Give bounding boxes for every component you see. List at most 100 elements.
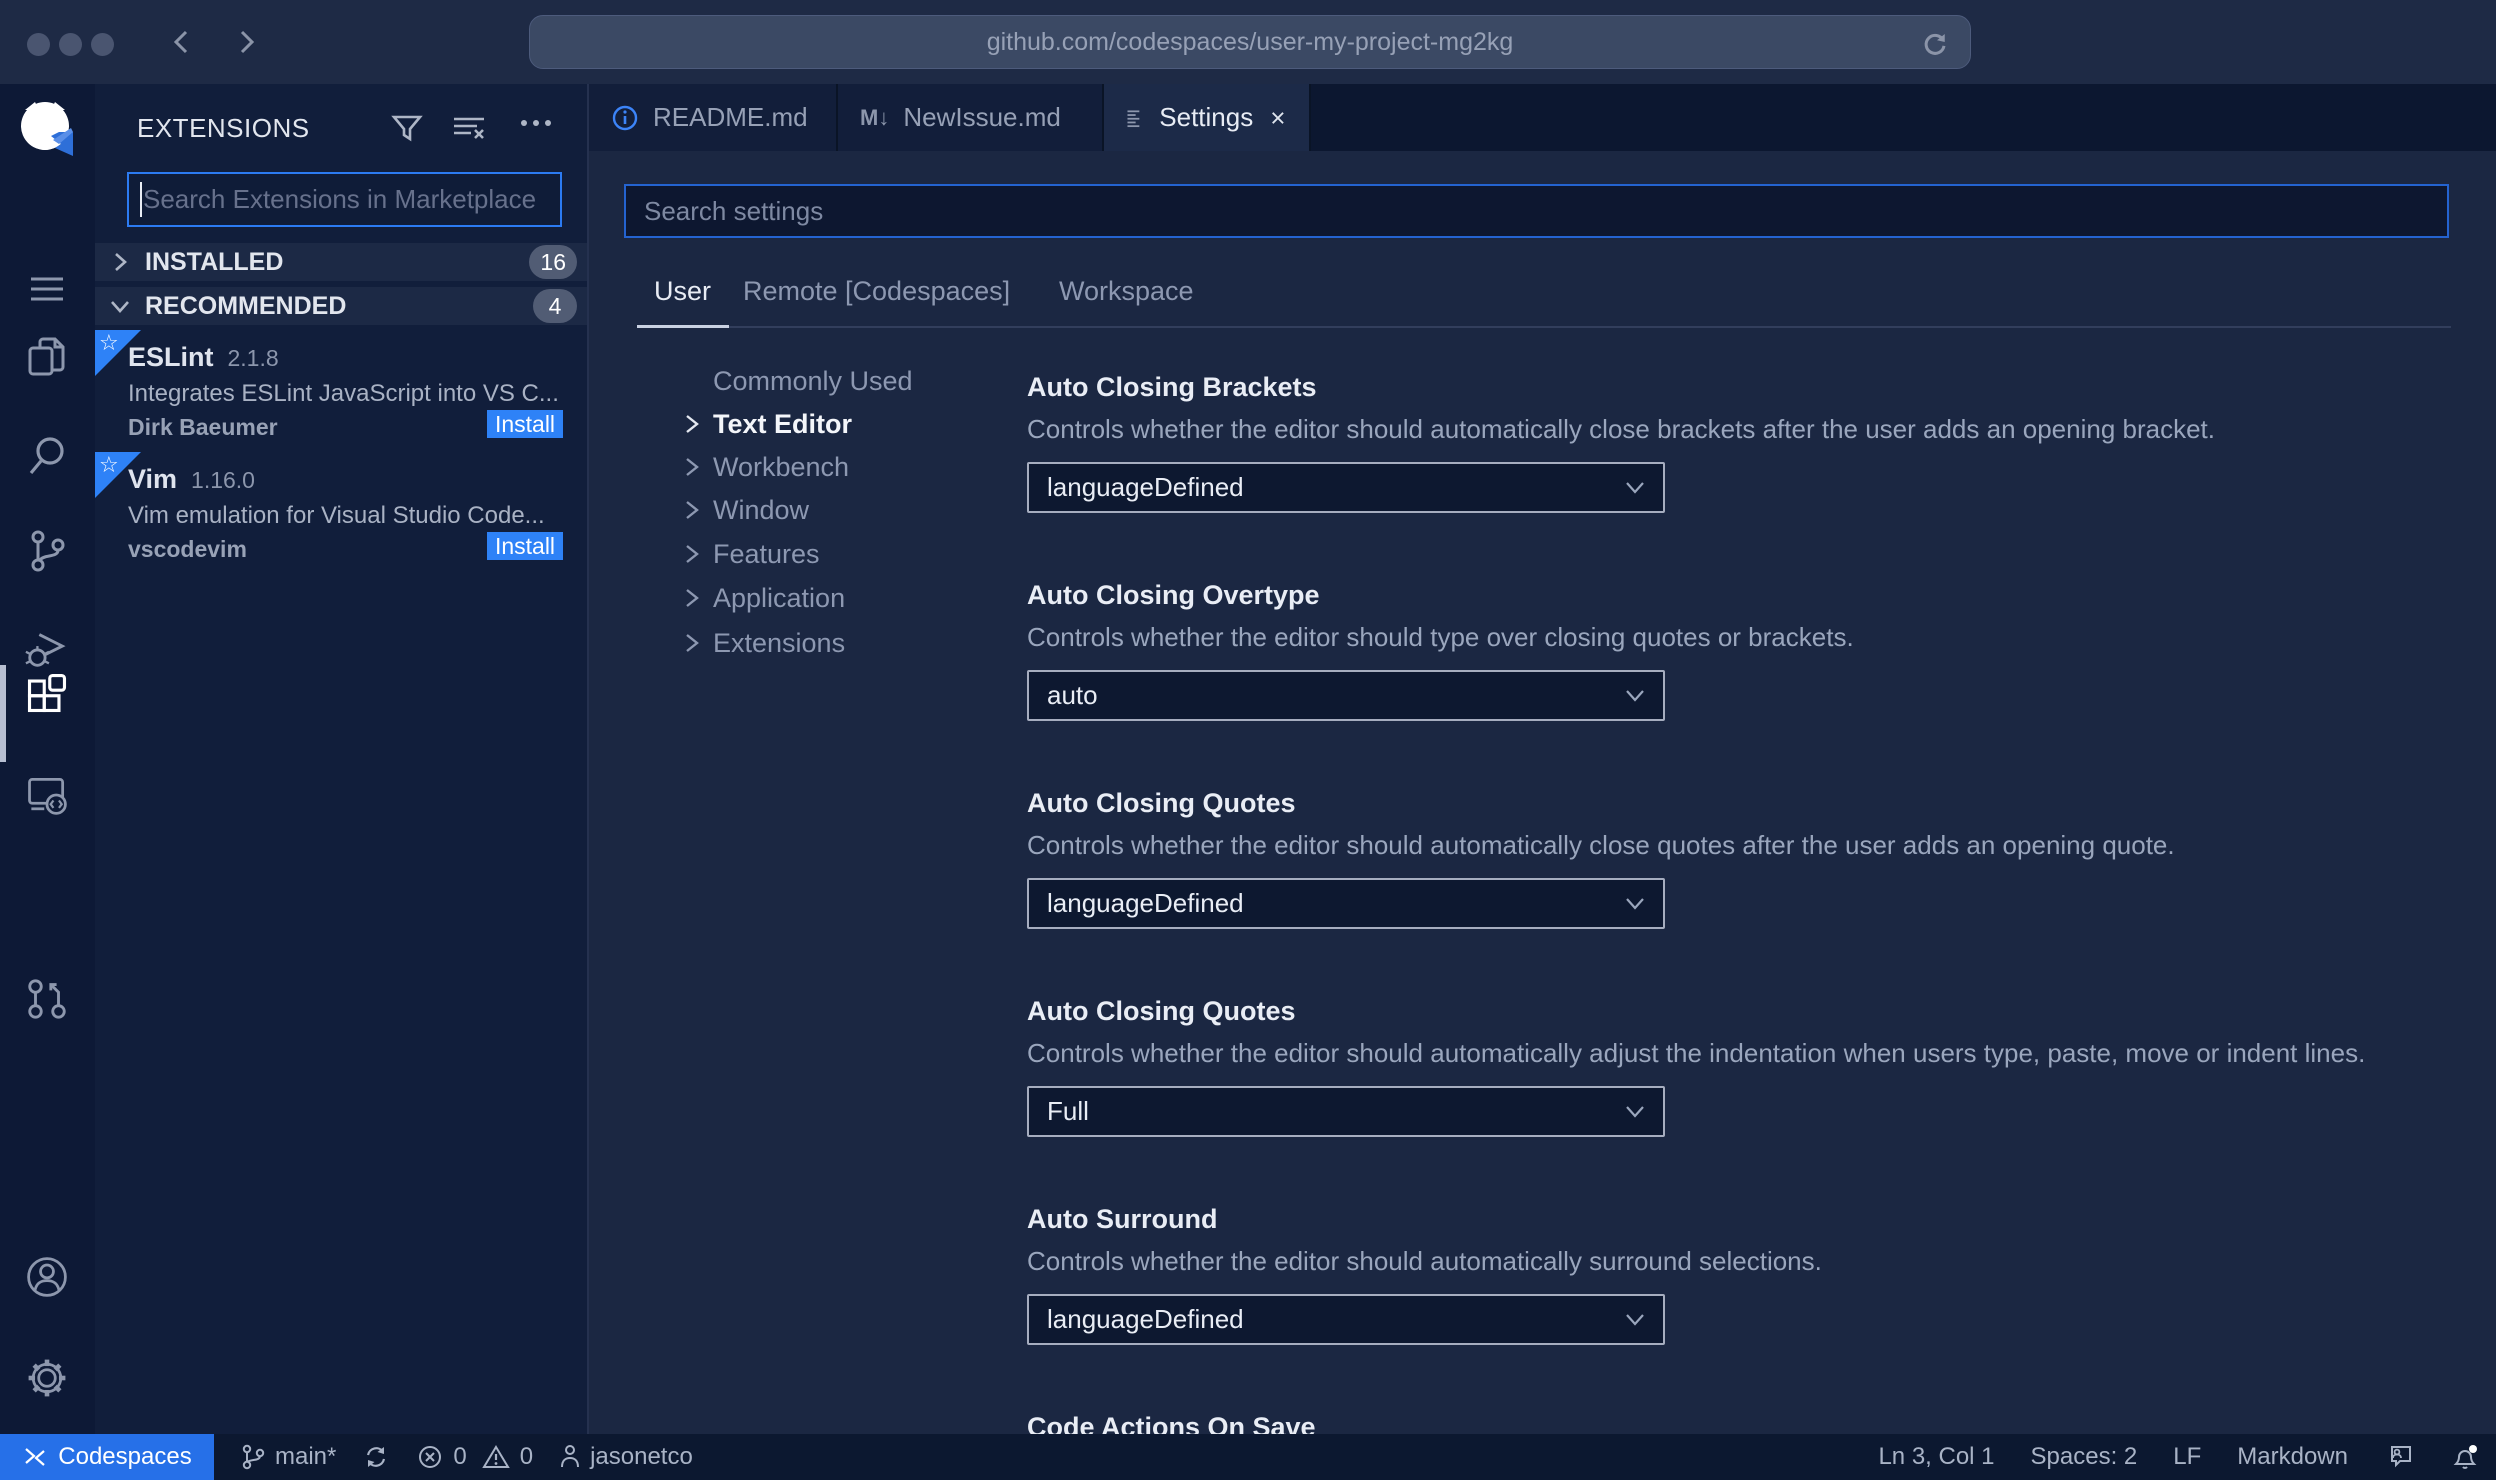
chevron-right-icon bbox=[115, 253, 127, 271]
installed-count-badge: 16 bbox=[529, 245, 577, 279]
refresh-icon bbox=[1924, 33, 1946, 55]
settings-search-input[interactable] bbox=[624, 184, 2449, 238]
errors-icon bbox=[419, 1446, 442, 1468]
settings-list-icon bbox=[1127, 109, 1140, 127]
tree-item-features[interactable]: Features bbox=[683, 532, 820, 576]
install-button[interactable]: Install bbox=[487, 532, 563, 560]
setting-dropdown[interactable]: languageDefined bbox=[1027, 878, 1665, 929]
extension-publisher: Dirk Baeumer bbox=[128, 414, 278, 440]
chevron-right-icon bbox=[686, 545, 699, 563]
setting-description: Controls whether the editor should autom… bbox=[1027, 1246, 1822, 1276]
window-close-button[interactable] bbox=[27, 33, 50, 56]
tree-item-window[interactable]: Window bbox=[683, 488, 809, 532]
language-mode: Markdown bbox=[2237, 1443, 2348, 1470]
extensions-view-button[interactable] bbox=[24, 670, 70, 716]
window-zoom-button[interactable] bbox=[91, 33, 114, 56]
scope-tab-remote[interactable]: Remote [Codespaces] bbox=[743, 276, 1010, 307]
setting-dropdown[interactable]: Full bbox=[1027, 1086, 1665, 1137]
refresh-button[interactable] bbox=[1920, 29, 1950, 59]
address-bar[interactable]: github.com/codespaces/user-my-project-mg… bbox=[529, 15, 1971, 69]
extensions-search-input[interactable] bbox=[127, 172, 562, 227]
source-control-view-button[interactable] bbox=[24, 528, 70, 574]
extension-item-eslint[interactable]: ☆ ESLint 2.1.8 Integrates ESLint JavaScri… bbox=[95, 330, 587, 448]
eol-status-item[interactable]: LF bbox=[2173, 1443, 2201, 1471]
language-mode-status-item[interactable]: Markdown bbox=[2237, 1443, 2348, 1471]
tree-item-text-editor[interactable]: Text Editor bbox=[683, 402, 852, 446]
sidebar-title: EXTENSIONS bbox=[137, 113, 310, 143]
status-bar: Codespaces main* 0 0 jasonetco Ln 3, Col… bbox=[0, 1434, 2496, 1480]
sync-status-item[interactable] bbox=[362, 1443, 390, 1471]
remote-explorer-view-button[interactable] bbox=[24, 772, 70, 818]
browser-back-button[interactable] bbox=[168, 28, 196, 56]
account-button[interactable] bbox=[24, 1254, 70, 1300]
extension-description: Integrates ESLint JavaScript into VS C..… bbox=[128, 380, 559, 407]
section-label: RECOMMENDED bbox=[145, 291, 347, 320]
filter-icon bbox=[391, 115, 423, 142]
feedback-button[interactable] bbox=[2384, 1443, 2414, 1471]
chevron-down-icon bbox=[1626, 481, 1644, 494]
tab-newissue[interactable]: M↓ NewIssue.md bbox=[838, 84, 1104, 151]
section-recommended[interactable]: RECOMMENDED 4 bbox=[95, 287, 587, 325]
install-button[interactable]: Install bbox=[487, 410, 563, 438]
remote-user-status-item[interactable]: jasonetco bbox=[559, 1443, 693, 1471]
text-caret bbox=[140, 182, 142, 217]
menu-button[interactable] bbox=[24, 266, 70, 312]
more-actions-button[interactable] bbox=[519, 117, 553, 129]
tree-item-extensions[interactable]: Extensions bbox=[683, 621, 845, 665]
github-codespaces-logo[interactable] bbox=[15, 98, 79, 162]
tree-label: Workbench bbox=[713, 451, 850, 482]
chevron-down-icon bbox=[1626, 689, 1644, 702]
gear-icon bbox=[28, 1359, 66, 1397]
extensions-icon bbox=[27, 673, 67, 713]
scope-tab-workspace[interactable]: Workspace bbox=[1059, 276, 1194, 307]
settings-gear-button[interactable] bbox=[24, 1355, 70, 1401]
extension-version: 2.1.8 bbox=[227, 345, 279, 371]
tree-item-workbench[interactable]: Workbench bbox=[683, 445, 849, 489]
chevron-right-icon bbox=[686, 501, 699, 519]
scope-tab-user[interactable]: User bbox=[654, 276, 711, 307]
chevron-down-icon bbox=[111, 301, 129, 313]
dropdown-value: languageDefined bbox=[1047, 888, 1244, 918]
branch-status-item[interactable]: main* bbox=[240, 1443, 336, 1471]
tab-label: README.md bbox=[653, 102, 808, 132]
browser-forward-button[interactable] bbox=[232, 28, 260, 56]
tree-item-application[interactable]: Application bbox=[683, 576, 845, 620]
bell-icon bbox=[2453, 1445, 2477, 1469]
close-icon[interactable] bbox=[1269, 106, 1287, 130]
codespaces-remote-button[interactable]: Codespaces bbox=[0, 1434, 214, 1480]
filter-extensions-button[interactable] bbox=[390, 111, 424, 145]
tree-label: Text Editor bbox=[713, 408, 853, 439]
section-installed[interactable]: INSTALLED 16 bbox=[95, 243, 587, 281]
eol: LF bbox=[2173, 1443, 2202, 1470]
chevron-right-icon bbox=[686, 415, 699, 433]
tab-readme[interactable]: README.md bbox=[589, 84, 838, 151]
tree-item-commonly-used[interactable]: Commonly Used bbox=[683, 359, 913, 403]
source-control-icon bbox=[31, 530, 65, 572]
search-icon bbox=[29, 437, 64, 475]
editor-area: README.md M↓ NewIssue.md Settings User R… bbox=[589, 84, 2496, 1434]
chevron-down-icon bbox=[1626, 1313, 1644, 1326]
search-view-button[interactable] bbox=[24, 433, 70, 479]
setting-dropdown[interactable]: auto bbox=[1027, 670, 1665, 721]
setting-dropdown[interactable]: languageDefined bbox=[1027, 1294, 1665, 1345]
notifications-button[interactable] bbox=[2450, 1442, 2480, 1472]
tab-label: NewIssue.md bbox=[903, 102, 1061, 132]
explorer-view-button[interactable] bbox=[24, 334, 70, 380]
pull-requests-view-button[interactable] bbox=[24, 975, 70, 1021]
window-minimize-button[interactable] bbox=[59, 33, 82, 56]
cursor-position-status-item[interactable]: Ln 3, Col 1 bbox=[1878, 1443, 1994, 1471]
problems-status-item[interactable]: 0 0 bbox=[416, 1443, 533, 1471]
tab-settings[interactable]: Settings bbox=[1104, 84, 1311, 151]
indentation-status-item[interactable]: Spaces: 2 bbox=[2031, 1443, 2138, 1471]
chevron-right-icon bbox=[686, 458, 699, 476]
cursor-position: Ln 3, Col 1 bbox=[1878, 1443, 1995, 1470]
setting-dropdown[interactable]: languageDefined bbox=[1027, 462, 1665, 513]
sync-icon bbox=[367, 1447, 386, 1467]
chevron-left-icon bbox=[173, 30, 188, 54]
run-debug-view-button[interactable] bbox=[24, 625, 70, 671]
dropdown-value: auto bbox=[1047, 680, 1098, 710]
address-bar-url: github.com/codespaces/user-my-project-mg… bbox=[986, 27, 1514, 56]
warning-count: 0 bbox=[519, 1443, 534, 1470]
clear-extensions-search-button[interactable] bbox=[451, 111, 487, 145]
extension-item-vim[interactable]: ☆ Vim 1.16.0 Vim emulation for Visual Stu… bbox=[95, 452, 587, 570]
